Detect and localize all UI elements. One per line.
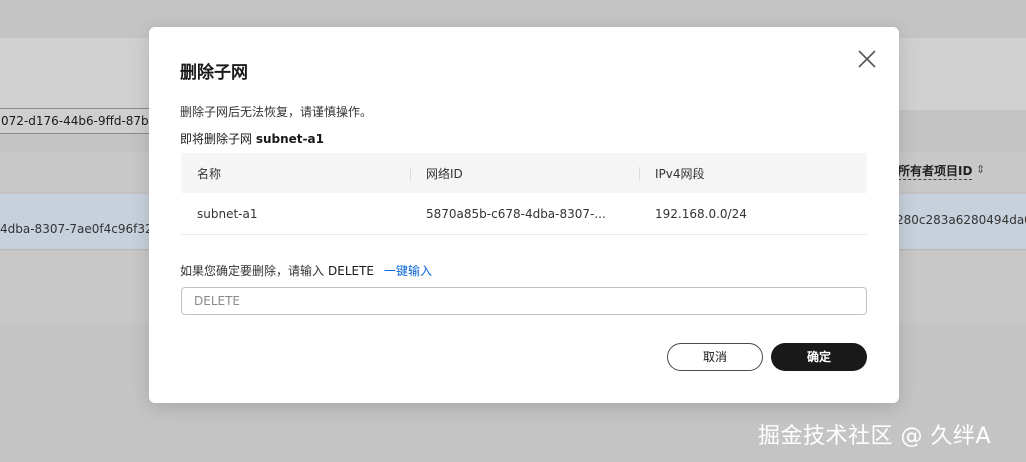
watermark: 掘金技术社区 @ 久绊A	[758, 424, 992, 449]
header-name: 名称	[197, 166, 222, 181]
table-row: subnet-a1 5870a85b-c678-4dba-8307-... 19…	[181, 193, 867, 235]
about-to-prefix: 即将删除子网	[180, 132, 253, 146]
confirm-button[interactable]: 确定	[771, 343, 867, 371]
close-button[interactable]	[855, 47, 879, 71]
background-cell: 4dba-8307-7ae0f4c96f32	[0, 222, 153, 236]
cell-name: subnet-a1	[197, 206, 258, 221]
background-search-input: 072-d176-44b6-9ffd-87bbc3	[0, 108, 166, 134]
background-column-header: 所有者项目ID	[898, 164, 973, 180]
cell-ipv4-cidr: 192.168.0.0/24	[655, 206, 747, 221]
close-icon	[858, 50, 876, 68]
subnet-table: 名称 网络ID IPv4网段 subnet-a1 5870a85b-c678-4…	[181, 153, 867, 235]
delete-confirm-input[interactable]	[181, 287, 867, 315]
confirm-keyword: DELETE	[328, 264, 375, 278]
cell-network-id: 5870a85b-c678-4dba-8307-...	[426, 206, 606, 221]
header-network-id: 网络ID	[410, 165, 639, 182]
subnet-name: subnet-a1	[255, 132, 324, 146]
header-ipv4-cidr: IPv4网段	[639, 165, 867, 182]
confirm-hint: 如果您确定要删除，请输入 DELETE 一键输入	[180, 262, 432, 279]
background-cell: 280c283a6280494da009	[896, 213, 1026, 227]
dialog-title: 删除子网	[180, 63, 248, 83]
cancel-button[interactable]: 取消	[667, 343, 763, 371]
sort-icon: ⇕	[976, 163, 986, 176]
one-click-input-link[interactable]: 一键输入	[384, 264, 432, 278]
delete-subnet-dialog: 删除子网 删除子网后无法恢复，请谨慎操作。 即将删除子网 subnet-a1 名…	[149, 27, 899, 403]
about-to-delete-text: 即将删除子网 subnet-a1	[180, 130, 324, 147]
table-header: 名称 网络ID IPv4网段	[181, 153, 867, 193]
warning-text: 删除子网后无法恢复，请谨慎操作。	[180, 105, 373, 119]
confirm-prompt: 如果您确定要删除，请输入	[180, 264, 325, 278]
